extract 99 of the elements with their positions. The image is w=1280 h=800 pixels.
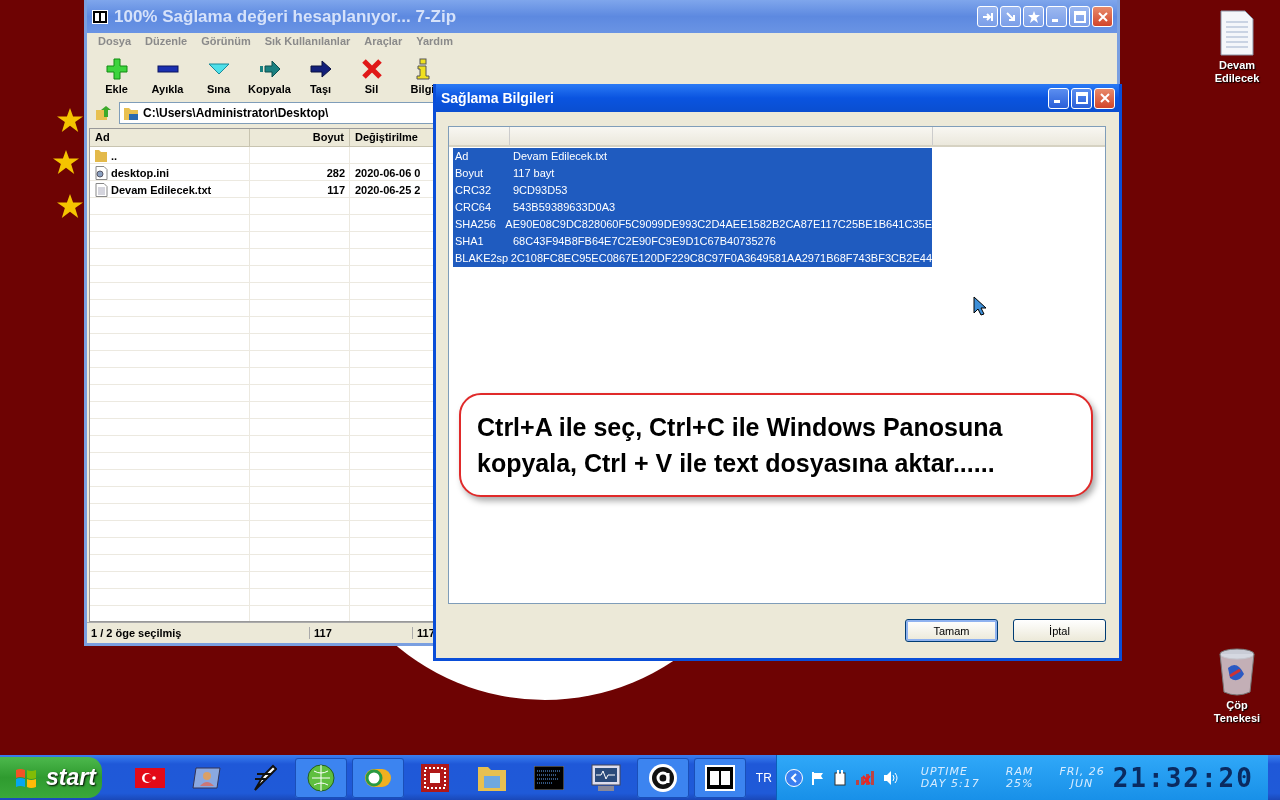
date-text: FRI, 26: [1059, 765, 1105, 778]
recycle-bin-icon[interactable]: [1218, 648, 1256, 696]
desktop-icon-label: Devam Edilecek: [1213, 59, 1261, 85]
taskbar-button[interactable]: [693, 757, 746, 798]
arrow-icon: [1004, 10, 1017, 23]
language-indicator[interactable]: TR: [755, 770, 772, 785]
terminal-icon: [533, 765, 564, 790]
user-icon: [191, 765, 222, 790]
uptime-label: UPTIME: [920, 765, 969, 778]
monitor-icon: [590, 763, 621, 792]
checksum-row[interactable]: BLAKE2sp 2C108FC8EC95EC0867E120DF229C8C97F0A3649581AA2971B68F743BF3CB2E44: [453, 250, 932, 267]
modified-date: 2020-06-06 0: [355, 165, 421, 181]
checksum-row[interactable]: SHA256 AE90E08C9DC828060F5C9099DE993C2D4AEE1582B2CA87E117C25BE1B641C35E: [453, 216, 932, 233]
text-file-icon: [94, 182, 108, 197]
checksum-row[interactable]: Boyut 117 bayt: [453, 165, 932, 182]
flag-icon: [134, 767, 165, 788]
minimize-icon: [1054, 100, 1060, 103]
property-value: AE90E08C9DC828060F5C9099DE993C2D4AEE1582B2CA87E117C25BE1B641C35E: [505, 217, 932, 232]
ram-label: RAM: [1005, 765, 1034, 778]
arrow-icon: [309, 58, 332, 80]
property-value: Devam Edilecek.txt: [513, 149, 608, 164]
property-name: BLAKE2sp: [454, 251, 510, 266]
property-name: CRC32: [454, 183, 493, 198]
arrow-icon: [258, 58, 281, 80]
property-value: 68C43F94B8FB64E7C2E90FC9E9D1C67B40735276: [513, 234, 776, 249]
speaker-icon[interactable]: [882, 769, 899, 786]
dialog-button[interactable]: Tamam: [905, 619, 998, 642]
checksum-row[interactable]: Ad Devam Edilecek.txt: [453, 148, 932, 165]
delete-icon: [360, 58, 383, 80]
property-name: SHA256: [454, 217, 497, 232]
file-size: 117: [327, 182, 345, 198]
expand-tray-button[interactable]: [784, 768, 803, 787]
app-icon: [92, 9, 108, 24]
maximize-icon: [1075, 92, 1088, 104]
settings-file-icon: [94, 165, 108, 180]
close-icon: [1099, 93, 1110, 103]
status-text: 117: [310, 627, 413, 639]
toolbar-button[interactable]: Sil: [346, 56, 397, 100]
window-title: 100% Sağlama değeri hesaplanıyor... 7-Zip: [114, 6, 458, 27]
checksum-row[interactable]: CRC64 543B59389633D0A3: [453, 199, 932, 216]
file-size: 282: [326, 165, 345, 181]
property-value: 117 bayt: [513, 166, 555, 181]
property-value: 2C108FC8EC95EC0867E120DF229C8C97F0A3649581AA2971B68F743BF3CB2E44: [510, 251, 932, 266]
ram-value: 25%: [1005, 777, 1034, 790]
desktop-icon-label: Çöp Tenekesi: [1212, 699, 1262, 725]
folder-icon: [94, 148, 108, 163]
dialog-title: Sağlama Bilgileri: [441, 90, 555, 106]
maximize-icon: [1073, 10, 1086, 23]
checksum-row[interactable]: CRC32 9CD93D53: [453, 182, 932, 199]
maximize-button[interactable]: [1071, 87, 1092, 109]
property-value: 9CD93D53: [513, 183, 568, 198]
column-header[interactable]: Boyut: [250, 129, 350, 146]
chevron-left-icon: [788, 772, 799, 783]
pin-icon: [981, 10, 994, 23]
star-icon: [57, 108, 83, 132]
file-name[interactable]: desktop.ini: [90, 164, 250, 181]
toolbar-button[interactable]: Kopyala: [244, 56, 295, 100]
toggle-icon: [363, 767, 392, 788]
plus-icon: [105, 58, 128, 80]
toolbar-button[interactable]: Ayıkla: [142, 56, 193, 100]
toolbar-button[interactable]: Ekle: [91, 56, 142, 100]
up-arrow-icon: [95, 105, 111, 121]
dialog-button[interactable]: İptal: [1013, 619, 1106, 642]
toolbar-button[interactable]: Sına: [193, 56, 244, 100]
close-button[interactable]: [1094, 87, 1115, 109]
flag-icon[interactable]: [810, 770, 825, 785]
property-name: Ad: [454, 149, 470, 164]
document-icon[interactable]: [1219, 10, 1255, 56]
taskbar-button[interactable]: [636, 757, 689, 798]
file-name[interactable]: ..: [90, 147, 250, 164]
close-icon: [1097, 11, 1108, 22]
folder-icon: [123, 105, 139, 121]
taskbar-button[interactable]: [351, 757, 404, 798]
month-text: JUN: [1070, 777, 1094, 790]
cursor-icon: [973, 296, 987, 316]
uptime-value: DAY 5:17: [920, 777, 980, 790]
property-value: 543B59389633D0A3: [513, 200, 616, 215]
status-text: 1 / 2 öge seçilmiş: [87, 627, 310, 639]
callout-text: Ctrl+A ile seç, Ctrl+C ile Windows Panosuna kopyala, Ctrl + V ile text dosyasına aktar......: [477, 412, 1004, 479]
windows-logo-icon: [14, 766, 38, 789]
clock: 21:32:20: [1112, 762, 1254, 793]
globe-icon: [305, 762, 336, 793]
archive-app-icon: [704, 764, 735, 791]
property-name: CRC64: [454, 200, 493, 215]
property-name: SHA1: [454, 234, 485, 249]
checksum-row[interactable]: SHA1 68C43F94B8FB64E7C2E90FC9E9D1C67B40735276: [453, 233, 932, 250]
modified-date: 2020-06-25 2: [355, 182, 421, 198]
grid-icon: [420, 763, 449, 792]
star-icon: [57, 194, 83, 218]
toolbar-button[interactable]: Taşı: [295, 56, 346, 100]
minimize-button[interactable]: [1048, 87, 1069, 109]
plug-icon[interactable]: [832, 769, 847, 786]
column-header[interactable]: Ad: [90, 129, 250, 146]
star-icon: [1027, 10, 1040, 23]
file-name[interactable]: Devam Edilecek.txt: [90, 181, 250, 198]
circle-logo-icon: [647, 762, 678, 793]
minimize-icon: [1052, 18, 1058, 22]
star-icon: [53, 150, 79, 174]
property-name: Boyut: [454, 166, 485, 181]
